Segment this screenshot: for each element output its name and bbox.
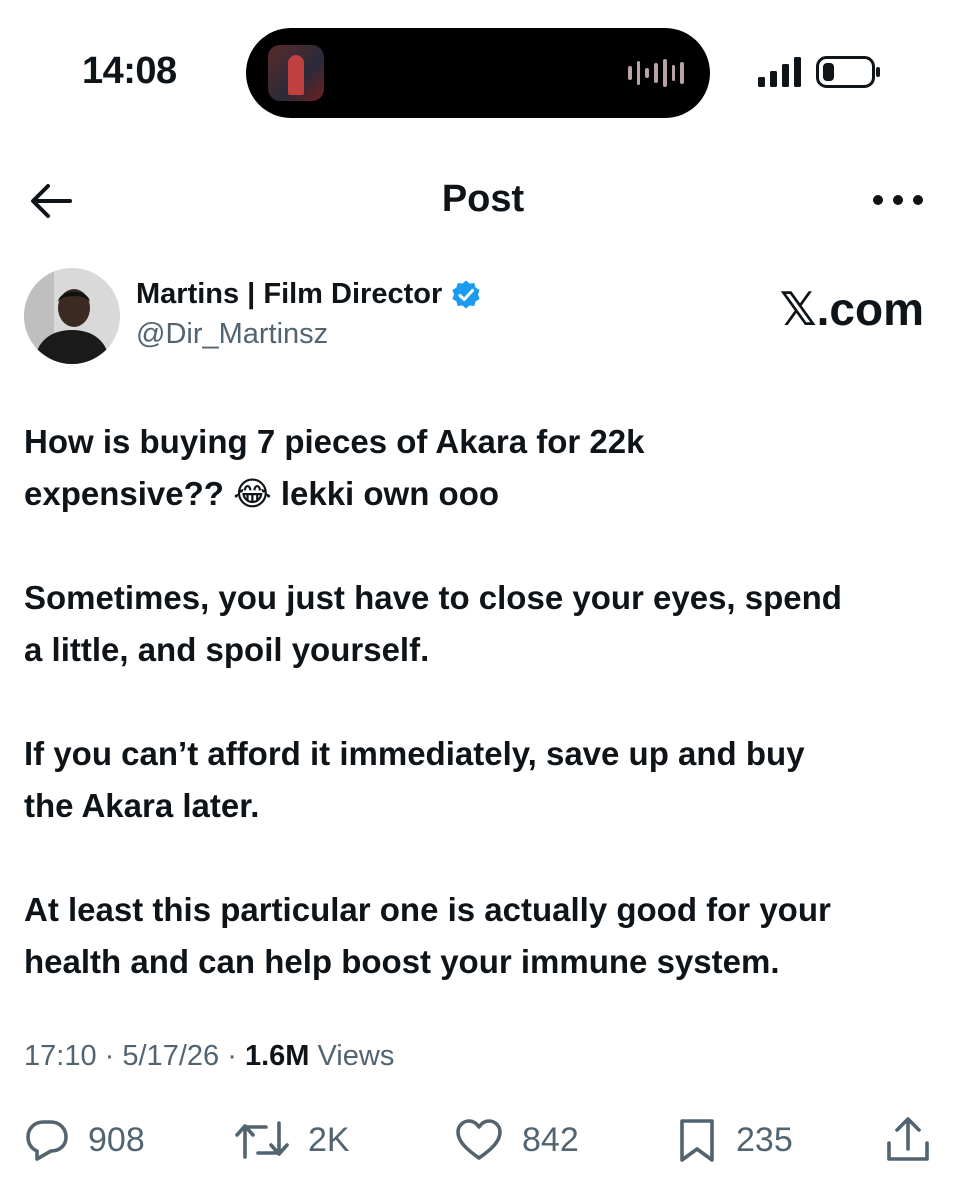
share-icon xyxy=(887,1117,929,1161)
reply-button[interactable]: 908 xyxy=(24,1110,145,1170)
audio-waveform-icon xyxy=(628,58,685,88)
dynamic-island[interactable] xyxy=(246,28,710,118)
now-playing-thumbnail xyxy=(268,45,324,101)
views-label: Views xyxy=(317,1040,395,1072)
battery-icon xyxy=(816,56,880,88)
verified-badge-icon xyxy=(452,280,480,308)
heart-icon xyxy=(456,1119,502,1160)
meta-separator: · xyxy=(227,1040,237,1072)
views-count: 1.6M xyxy=(244,1040,310,1072)
cellular-signal-icon xyxy=(758,57,801,87)
page-title: Post xyxy=(441,178,525,220)
meta-separator: · xyxy=(104,1040,115,1072)
reply-icon xyxy=(26,1120,68,1161)
avatar[interactable] xyxy=(24,268,120,364)
author-handle[interactable]: @Dir_Martinsz xyxy=(136,318,328,351)
bookmark-icon xyxy=(680,1119,714,1162)
share-button[interactable] xyxy=(884,1110,932,1170)
status-bar-time: 14:08 xyxy=(82,50,177,92)
author-name[interactable]: Martins | Film Director xyxy=(136,278,482,311)
like-button[interactable]: 842 xyxy=(454,1110,579,1170)
post-date: 5/17/26 xyxy=(122,1040,220,1072)
action-bar: 908 2K 842 235 xyxy=(0,1110,966,1170)
post-time: 17:10 xyxy=(24,1040,97,1072)
tweet-text: How is buying 7 pieces of Akara for 22k … xyxy=(24,416,944,988)
like-count: 842 xyxy=(522,1120,579,1159)
tweet-paragraph: Sometimes, you just have to close your e… xyxy=(24,579,842,668)
x-com-watermark: 𝕏.com xyxy=(779,283,924,335)
author-name-text: Martins | Film Director xyxy=(136,278,443,310)
tweet-metadata: 17:10 · 5/17/26 · 1.6M Views xyxy=(24,1040,394,1073)
bookmark-button[interactable]: 235 xyxy=(676,1110,793,1170)
repost-button[interactable]: 2K xyxy=(234,1110,350,1170)
bookmark-count: 235 xyxy=(736,1120,793,1159)
repost-icon xyxy=(235,1121,289,1159)
more-icon[interactable] xyxy=(868,182,928,218)
tweet-paragraph: At least this particular one is actually… xyxy=(24,891,831,980)
reply-count: 908 xyxy=(88,1120,145,1159)
tweet-paragraph: How is buying 7 pieces of Akara for 22k … xyxy=(24,423,645,512)
tweet-paragraph: If you can’t afford it immediately, save… xyxy=(24,735,805,824)
repost-count: 2K xyxy=(308,1120,350,1159)
